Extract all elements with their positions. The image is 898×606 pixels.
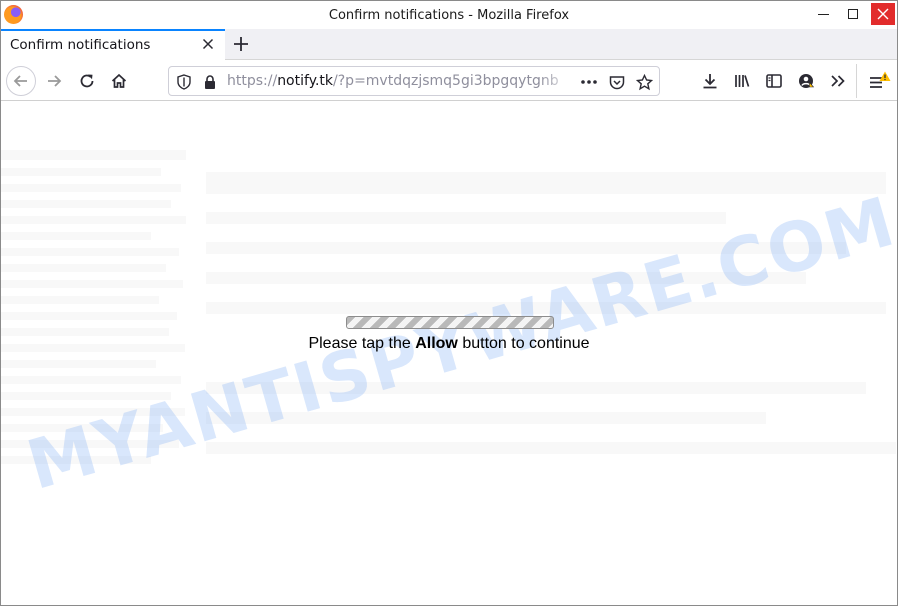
home-button[interactable] [105, 67, 133, 95]
allow-instruction-message: Please tap the Allow button to continue [1, 335, 897, 353]
url-host: notify.tk [277, 73, 334, 89]
tab-label: Confirm notifications [10, 37, 151, 53]
minimize-icon [817, 13, 829, 15]
sidebar-button[interactable] [760, 67, 788, 95]
home-icon [111, 73, 127, 88]
hamburger-menu-icon [870, 71, 891, 88]
window-title: Confirm notifications - Mozilla Firefox [328, 8, 570, 23]
bookmark-star-icon[interactable] [635, 73, 653, 91]
padlock-icon[interactable] [201, 73, 219, 91]
tracking-protection-shield-icon[interactable] [175, 73, 193, 91]
library-icon [735, 75, 750, 87]
overflow-menu-button[interactable] [824, 67, 852, 95]
reload-button[interactable] [73, 67, 101, 95]
library-button[interactable] [728, 67, 756, 95]
url-text[interactable]: https://notify.tk/?p=mvtdqzjsmq5gi3bpgqy… [227, 73, 572, 89]
downloads-button[interactable] [696, 67, 724, 95]
url-bar[interactable]: https://notify.tk/?p=mvtdqzjsmq5gi3bpgqy… [168, 66, 660, 96]
message-allow-emphasis: Allow [415, 335, 458, 352]
firefox-window: Confirm notifications - Mozilla Firefox … [0, 0, 898, 606]
toolbar-separator [856, 64, 857, 98]
back-arrow-icon [13, 75, 27, 87]
progress-fill [347, 317, 553, 328]
url-path: /?p=mvtdqzjsmq5gi3bpgqytgnb [333, 73, 559, 89]
page-content: MYANTISPYWARE.COM Please tap the Allow b… [1, 102, 897, 605]
sidebar-icon [766, 74, 782, 88]
title-bar: Confirm notifications - Mozilla Firefox [1, 1, 897, 29]
loading-progress-bar [346, 316, 554, 329]
overflow-chevrons-icon [831, 75, 845, 87]
forward-arrow-icon [48, 75, 62, 87]
account-icon [799, 74, 815, 88]
minimize-button[interactable] [811, 3, 835, 25]
tab-close-icon[interactable] [200, 36, 216, 52]
url-overflow-fade [539, 68, 575, 94]
reload-icon [80, 74, 94, 88]
url-scheme: https:// [227, 73, 278, 89]
download-icon [703, 74, 717, 89]
close-window-button[interactable] [871, 3, 895, 25]
close-icon [877, 8, 889, 20]
maximize-button[interactable] [841, 3, 865, 25]
tab-strip: Confirm notifications [1, 29, 897, 60]
account-button[interactable] [792, 67, 820, 95]
maximize-icon [848, 9, 858, 19]
page-actions-ellipsis-icon[interactable] [580, 73, 598, 91]
forward-button[interactable] [40, 67, 68, 95]
message-after: button to continue [457, 335, 590, 352]
tab-confirm-notifications[interactable]: Confirm notifications [1, 29, 225, 60]
message-before: Please tap the [308, 335, 416, 352]
pocket-icon[interactable] [608, 73, 626, 91]
back-button[interactable] [6, 66, 36, 96]
new-tab-plus-icon[interactable] [230, 33, 252, 55]
app-menu-button[interactable] [865, 67, 893, 95]
navigation-toolbar: https://notify.tk/?p=mvtdqzjsmq5gi3bpgqy… [1, 60, 897, 101]
